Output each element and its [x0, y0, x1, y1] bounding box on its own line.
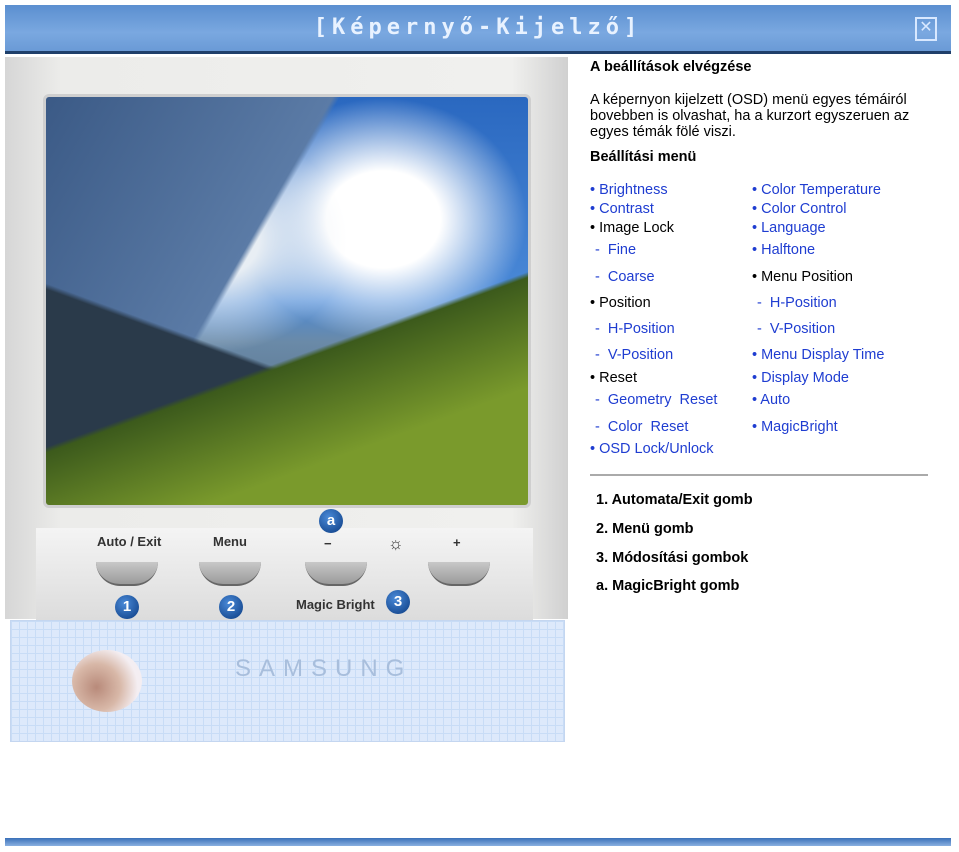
bottom-bar	[5, 838, 951, 846]
menu-item: • Image Lock	[590, 220, 675, 236]
menu-heading: Beállítási menü	[590, 149, 697, 165]
auto-exit-label: Auto / Exit	[97, 534, 162, 549]
intro-line-1: A képernyon kijelzett (OSD) menü egyes t…	[590, 92, 907, 108]
menu-link[interactable]: • MagicBright	[752, 419, 838, 435]
menu-link[interactable]: • Halftone	[752, 242, 815, 258]
shell-image	[72, 650, 142, 712]
magic-bright-label: Magic Bright	[296, 597, 375, 612]
samsung-logo: SAMSUNG	[235, 655, 413, 682]
menu-link[interactable]: - V-Position	[757, 321, 835, 337]
badge-a: a	[319, 509, 343, 533]
menu-link[interactable]: • Brightness	[590, 182, 668, 198]
menu-link[interactable]: • OSD Lock/Unlock	[590, 441, 714, 457]
title-bar: [Képernyő-Kijelző] ✕	[5, 5, 951, 54]
close-icon[interactable]: ✕	[915, 17, 937, 41]
menu-link[interactable]: • Language	[752, 220, 826, 236]
menu-link[interactable]: - Geometry Reset	[595, 392, 717, 408]
intro-line-3: egyes témák fölé viszi.	[590, 124, 736, 140]
badge-1: 1	[115, 595, 139, 619]
minus-label: −	[324, 536, 332, 551]
menu-link[interactable]: • Contrast	[590, 201, 654, 217]
menu-link[interactable]: - Fine	[595, 242, 636, 258]
menu-item: • Position	[590, 295, 651, 311]
intro-line-2: bovebben is olvashat, ha a kurzort egysz…	[590, 108, 910, 124]
menu-item: • Reset	[590, 370, 637, 386]
menu-link[interactable]: - H-Position	[595, 321, 675, 337]
menu-link[interactable]: • Color Temperature	[752, 182, 881, 198]
legend-item-4: a. MagicBright gomb	[596, 578, 740, 594]
monitor-screen-landscape	[43, 94, 531, 508]
brightness-icon: ☼	[388, 534, 404, 553]
badge-3: 3	[386, 590, 410, 614]
menu-item: • Menu Position	[752, 269, 853, 285]
window-title: [Képernyő-Kijelző]	[313, 15, 643, 40]
menu-link[interactable]: • Display Mode	[752, 370, 849, 386]
plus-label: +	[453, 535, 461, 550]
menu-link[interactable]: - H-Position	[757, 295, 837, 311]
menu-link[interactable]: - Coarse	[595, 269, 655, 285]
menu-link[interactable]: • Color Control	[752, 201, 847, 217]
menu-link[interactable]: - V-Position	[595, 347, 673, 363]
badge-2: 2	[219, 595, 243, 619]
menu-link[interactable]: • Menu Display Time	[752, 347, 884, 363]
legend-item-3: 3. Módosítási gombok	[596, 550, 749, 566]
menu-label: Menu	[213, 534, 247, 549]
divider	[590, 474, 928, 476]
legend-item-1: 1. Automata/Exit gomb	[596, 492, 753, 508]
menu-link[interactable]: • Auto	[752, 392, 790, 408]
menu-link[interactable]: - Color Reset	[595, 419, 688, 435]
legend-item-2: 2. Menü gomb	[596, 521, 694, 537]
section-heading: A beállítások elvégzése	[590, 59, 752, 75]
